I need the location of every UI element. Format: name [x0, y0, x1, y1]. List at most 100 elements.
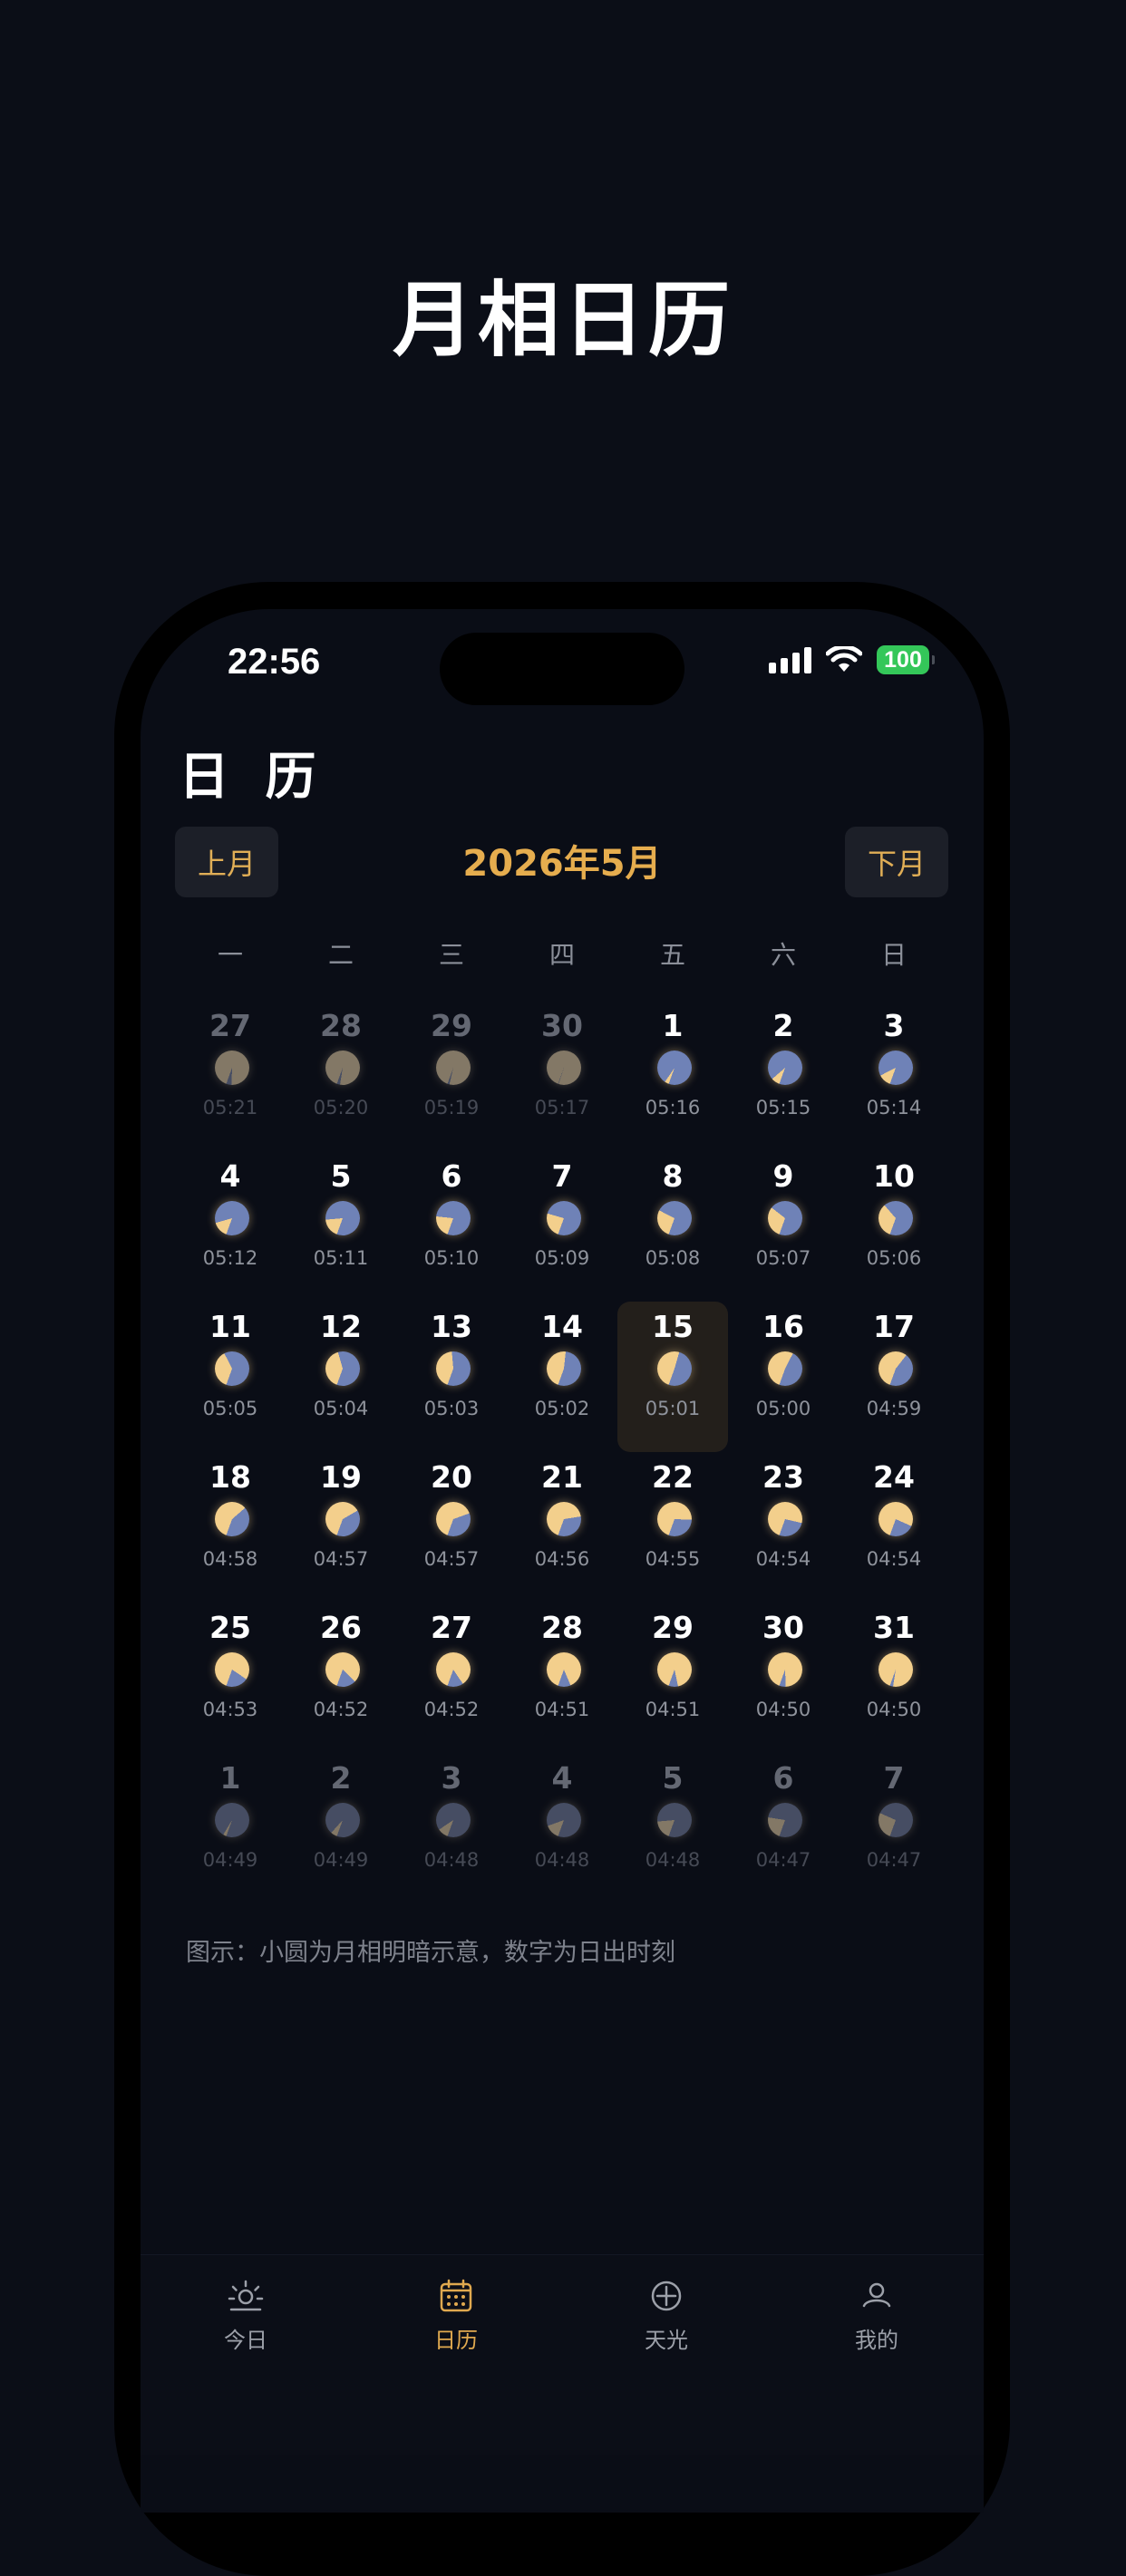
calendar-day[interactable]: 5 05:11 — [286, 1151, 396, 1302]
calendar-day[interactable]: 26 04:52 — [286, 1603, 396, 1753]
calendar-day[interactable]: 31 04:50 — [839, 1603, 949, 1753]
sunrise-time: 04:48 — [423, 1849, 480, 1871]
calendar-day[interactable]: 19 04:57 — [286, 1452, 396, 1603]
weekday-label: 五 — [659, 940, 685, 970]
calendar-day[interactable]: 23 04:54 — [728, 1452, 839, 1603]
calendar-day[interactable]: 3 05:14 — [839, 1001, 949, 1151]
moon-phase-icon — [768, 1351, 802, 1386]
sunrise-time: 04:50 — [866, 1699, 922, 1720]
calendar-day[interactable]: 4 04:48 — [507, 1753, 617, 1903]
day-number: 3 — [883, 1008, 905, 1043]
moon-phase-icon — [215, 1803, 249, 1837]
calendar-day[interactable]: 29 04:51 — [617, 1603, 728, 1753]
day-number: 8 — [662, 1158, 684, 1194]
calendar-day[interactable]: 30 05:17 — [507, 1001, 617, 1151]
calendar-day[interactable]: 7 04:47 — [839, 1753, 949, 1903]
calendar-day[interactable]: 25 04:53 — [175, 1603, 286, 1753]
day-number: 29 — [652, 1610, 694, 1645]
calendar-day[interactable]: 7 05:09 — [507, 1151, 617, 1302]
sunrise-time: 04:47 — [755, 1849, 811, 1871]
sunrise-time: 04:47 — [866, 1849, 922, 1871]
calendar-day[interactable]: 5 04:48 — [617, 1753, 728, 1903]
calendar-day[interactable]: 10 05:06 — [839, 1151, 949, 1302]
tab-today[interactable]: 今日 — [141, 2255, 351, 2382]
moon-phase-icon — [878, 1803, 913, 1837]
day-number: 19 — [320, 1459, 362, 1495]
calendar-week-row: 4 05:12 5 05:11 6 05:10 7 05:09 8 05:08 9 05:07 10 05… — [175, 1151, 949, 1302]
day-number: 9 — [772, 1158, 794, 1194]
calendar-day[interactable]: 17 04:59 — [839, 1302, 949, 1452]
sunrise-time: 05:01 — [645, 1398, 701, 1419]
calendar-day[interactable]: 28 04:51 — [507, 1603, 617, 1753]
sunrise-time: 04:57 — [423, 1548, 480, 1570]
calendar-day[interactable]: 22 04:55 — [617, 1452, 728, 1603]
sunrise-time: 05:20 — [313, 1097, 369, 1119]
calendar-day-today[interactable]: 15 05:01 — [617, 1302, 728, 1452]
moon-phase-icon — [325, 1351, 360, 1386]
moon-phase-icon — [436, 1351, 471, 1386]
calendar-day[interactable]: 1 05:16 — [617, 1001, 728, 1151]
tab-calendar[interactable]: 日历 — [351, 2255, 561, 2382]
sunrise-time: 05:14 — [866, 1097, 922, 1119]
calendar-day[interactable]: 21 04:56 — [507, 1452, 617, 1603]
tab-skylight[interactable]: 天光 — [561, 2255, 772, 2382]
calendar-day[interactable]: 20 04:57 — [396, 1452, 507, 1603]
moon-phase-icon — [657, 1803, 692, 1837]
day-number: 16 — [762, 1309, 804, 1344]
day-number: 1 — [219, 1760, 241, 1796]
status-time: 22:56 — [228, 642, 321, 682]
calendar-day[interactable]: 4 05:12 — [175, 1151, 286, 1302]
moon-phase-icon — [878, 1201, 913, 1235]
tab-profile[interactable]: 我的 — [772, 2255, 982, 2382]
sunrise-time: 04:51 — [534, 1699, 590, 1720]
calendar-day[interactable]: 16 05:00 — [728, 1302, 839, 1452]
calendar-day[interactable]: 3 04:48 — [396, 1753, 507, 1903]
sunrise-time: 05:16 — [645, 1097, 701, 1119]
day-number: 30 — [541, 1008, 583, 1043]
tab-label: 天光 — [645, 2328, 688, 2353]
day-number: 23 — [762, 1459, 804, 1495]
calendar-day[interactable]: 29 05:19 — [396, 1001, 507, 1151]
calendar-day[interactable]: 11 05:05 — [175, 1302, 286, 1452]
calendar-day[interactable]: 9 05:07 — [728, 1151, 839, 1302]
user-icon — [862, 2282, 891, 2308]
calendar-day[interactable]: 6 04:47 — [728, 1753, 839, 1903]
next-month-button[interactable]: 下月 — [845, 827, 948, 897]
calendar-day[interactable]: 2 04:49 — [286, 1753, 396, 1903]
calendar-day[interactable]: 1 04:49 — [175, 1753, 286, 1903]
sunrise-time: 04:58 — [202, 1548, 258, 1570]
calendar-day[interactable]: 13 05:03 — [396, 1302, 507, 1452]
moon-phase-icon — [215, 1201, 249, 1235]
calendar-day[interactable]: 27 04:52 — [396, 1603, 507, 1753]
sunrise-time: 05:07 — [755, 1247, 811, 1269]
sunrise-time: 04:59 — [866, 1398, 922, 1419]
calendar-day[interactable]: 24 04:54 — [839, 1452, 949, 1603]
day-number: 28 — [320, 1008, 362, 1043]
cellular-signal-icon — [769, 646, 811, 673]
sunrise-time: 05:00 — [755, 1398, 811, 1419]
day-number: 4 — [219, 1158, 241, 1194]
day-number: 18 — [209, 1459, 251, 1495]
day-number: 7 — [883, 1760, 905, 1796]
calendar-day[interactable]: 6 05:10 — [396, 1151, 507, 1302]
sunrise-time: 04:50 — [755, 1699, 811, 1720]
calendar-day[interactable]: 2 05:15 — [728, 1001, 839, 1151]
weekday-label: 四 — [548, 940, 575, 970]
weekday-header: 一 二 三 四 五 六 日 — [175, 935, 949, 972]
day-number: 2 — [772, 1008, 794, 1043]
calendar-day[interactable]: 12 05:04 — [286, 1302, 396, 1452]
sunrise-time: 05:06 — [866, 1247, 922, 1269]
calendar-day[interactable]: 14 05:02 — [507, 1302, 617, 1452]
screen-heading: 日 历 — [179, 748, 325, 807]
calendar-day[interactable]: 18 04:58 — [175, 1452, 286, 1603]
moon-phase-icon — [436, 1201, 471, 1235]
day-number: 7 — [551, 1158, 573, 1194]
day-number: 13 — [431, 1309, 472, 1344]
compass-icon — [651, 2281, 682, 2311]
calendar-day[interactable]: 28 05:20 — [286, 1001, 396, 1151]
calendar-day[interactable]: 27 05:21 — [175, 1001, 286, 1151]
calendar-day[interactable]: 8 05:08 — [617, 1151, 728, 1302]
calendar-grid: 27 05:21 28 05:20 29 05:19 30 05:17 1 05:16 2 05:15… — [175, 1001, 949, 1903]
calendar-day[interactable]: 30 04:50 — [728, 1603, 839, 1753]
moon-phase-icon — [547, 1351, 581, 1386]
